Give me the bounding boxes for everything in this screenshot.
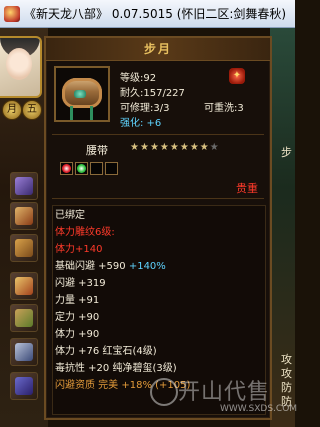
item-enhance: 强化: +6 (120, 118, 162, 129)
item-category: 腰带 (86, 144, 108, 157)
window-title: 《新天龙八部》 0.07.5015 (怀旧二区:剑舞春秋) (24, 7, 287, 21)
gem-slot (60, 162, 73, 175)
avatar-face (6, 48, 32, 80)
attribute-list: 已绑定体力雕纹6级: 体力+140 基础闪避 +590 +140% 闪避 +319 力量… (52, 205, 266, 415)
item-durability: 耐久:157/227 (120, 88, 185, 99)
attribute-percent: +140% (128, 261, 166, 272)
inventory-slot[interactable] (10, 338, 38, 366)
belt-tassel (90, 106, 93, 120)
attribute-base: 基础闪避 +590 (55, 261, 129, 272)
inventory-slot[interactable] (10, 234, 38, 262)
bind-status: 贵重 (236, 182, 258, 195)
inventory-slot[interactable] (10, 304, 38, 332)
right-label: 攻 (281, 367, 292, 380)
star-filled-icon: ★ (130, 142, 140, 153)
belt-icon (54, 66, 110, 122)
star-filled-icon: ★ (149, 142, 160, 153)
star-filled-icon: ★ (139, 142, 150, 153)
star-filled-icon: ★ (169, 142, 180, 153)
attribute-line: 基础闪避 +590 +140% (55, 260, 166, 274)
attribute-line: 体力+140 (55, 244, 103, 255)
attribute-line: 毒抗性 +20 纯净碧玺(3级) (55, 363, 177, 374)
five-button[interactable]: 五 (22, 100, 42, 120)
gem-slot (90, 162, 103, 175)
inventory-slot[interactable] (10, 172, 38, 200)
attribute-line: 定力 +90 (55, 312, 100, 323)
window-titlebar[interactable]: 《新天龙八部》 0.07.5015 (怀旧二区:剑舞春秋) (0, 0, 295, 28)
inventory-slot[interactable] (10, 272, 38, 300)
inventory-slot[interactable] (10, 372, 38, 400)
gem-slot (75, 162, 88, 175)
star-filled-icon: ★ (179, 142, 190, 153)
item-tooltip: 步月 等级:92 耐久:157/227 可修理:3/3 可重洗:3 强化: +6… (44, 36, 272, 420)
right-label: 防 (281, 395, 292, 408)
star-filled-icon: ★ (199, 142, 210, 153)
right-label: 步 (281, 146, 292, 159)
item-level: 等级:92 (120, 73, 157, 84)
attribute-line: 闪避资质 完美 +18% (+105) (55, 380, 191, 391)
attribute-line: 已绑定 (55, 210, 85, 221)
attribute-line: 体力 +76 红宝石(4级) (55, 346, 157, 357)
item-icon (15, 309, 33, 327)
attribute-line: 体力 +90 (55, 329, 100, 340)
gem-icon (62, 164, 71, 173)
inventory-slot[interactable] (10, 202, 38, 230)
right-label: 攻 (281, 353, 292, 366)
divider (52, 198, 264, 199)
avatar[interactable] (0, 36, 42, 98)
item-name: 步月 (46, 38, 270, 61)
star-filled-icon: ★ (159, 142, 170, 153)
app-icon (4, 5, 20, 22)
belt-tassel (70, 106, 73, 120)
gem-slot (105, 162, 118, 175)
attribute-line: 闪避 +319 (55, 278, 106, 289)
item-icon (15, 239, 33, 257)
rarity-badge-icon: ✦ (229, 68, 245, 84)
star-empty-icon: ★ (209, 142, 220, 153)
divider (52, 134, 264, 135)
attribute-line: 力量 +91 (55, 295, 100, 306)
item-icon (15, 177, 33, 195)
belt-gem (74, 90, 86, 98)
right-label: 防 (281, 381, 292, 394)
right-game-panel: 步 攻 攻 防 防 (270, 28, 295, 427)
item-icon (15, 277, 33, 295)
gem-icon (77, 164, 86, 173)
item-rewash: 可重洗:3 (204, 103, 244, 114)
item-repair: 可修理:3/3 (120, 103, 170, 114)
item-icon (15, 343, 33, 361)
attribute-line: 体力雕纹6级: (55, 227, 115, 238)
star-filled-icon: ★ (189, 142, 200, 153)
star-rating: ★★★★★★★★★ (130, 142, 220, 153)
item-icon (15, 377, 33, 395)
item-icon (15, 207, 33, 225)
moon-button[interactable]: 月 (2, 100, 22, 120)
